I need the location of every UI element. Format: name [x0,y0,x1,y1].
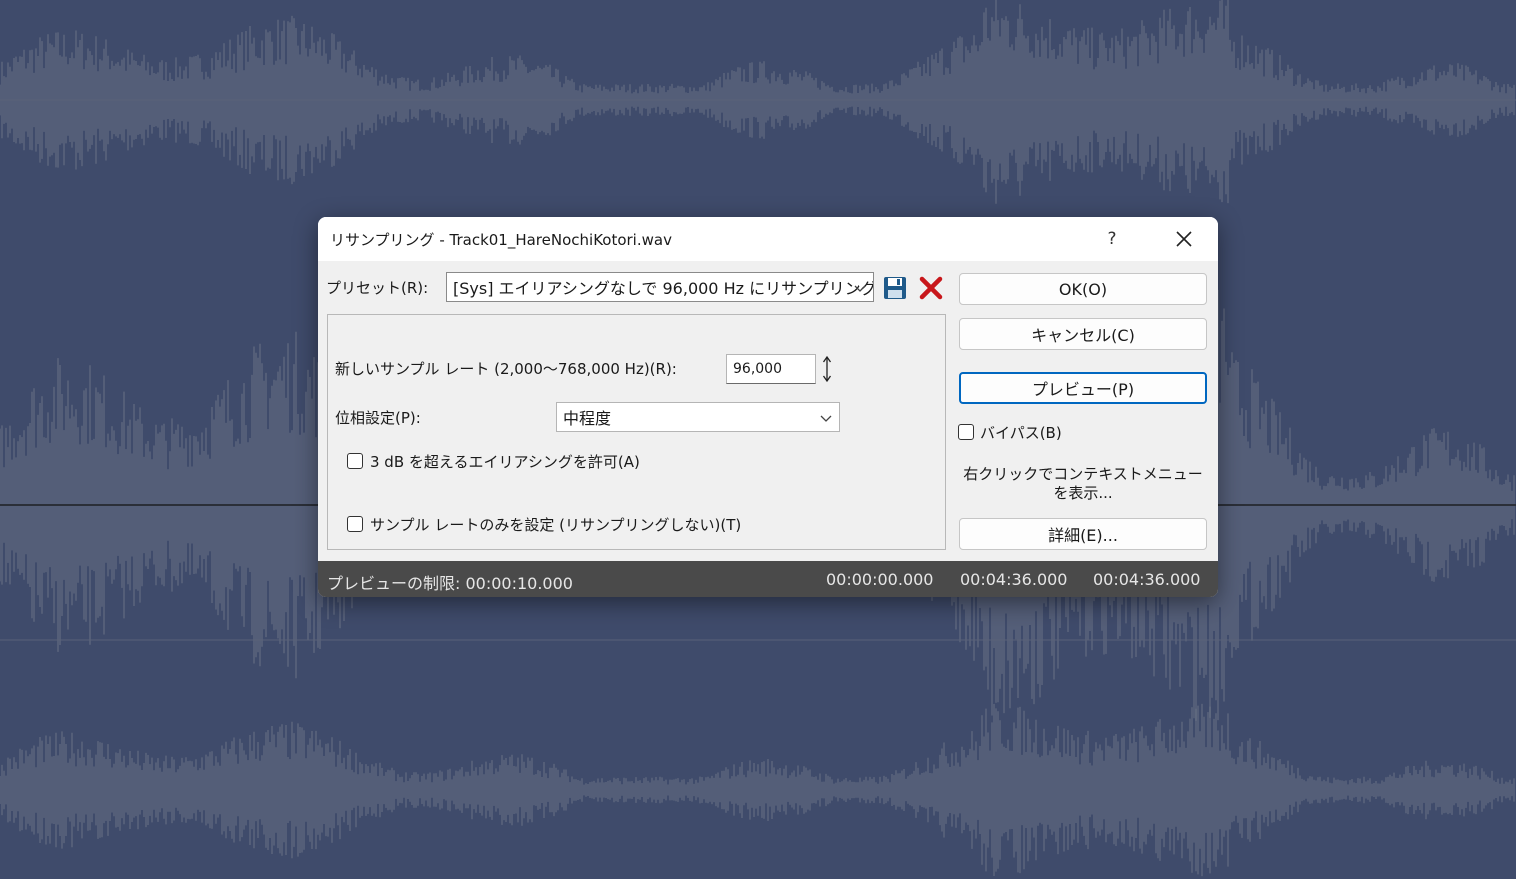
cancel-button[interactable]: キャンセル(C) [959,318,1207,350]
resample-dialog: リサンプリング - Track01_HareNochiKotori.wav ? … [318,217,1218,597]
ok-button[interactable]: OK(O) [959,273,1207,305]
selection-end-time[interactable]: 00:04:36.000 [960,570,1067,589]
rate-only-checkbox[interactable] [347,516,363,532]
preset-label: プリセット(R): [326,279,429,297]
save-preset-icon[interactable] [882,275,908,301]
chevron-down-icon [820,415,832,422]
chevron-down-icon [854,285,866,292]
sample-rate-label: 新しいサンプル レート (2,000～768,000 Hz)(R): [335,360,677,378]
spinner-arrows-icon[interactable] [820,354,834,384]
rate-only-label[interactable]: サンプル レートのみを設定 (リサンプリングしない)(T) [370,514,741,535]
allow-aliasing-checkbox[interactable] [347,453,363,469]
delete-preset-icon[interactable] [918,275,944,301]
bypass-label[interactable]: バイパス(B) [980,422,1062,443]
preset-value: [Sys] エイリアシングなしで 96,000 Hz にリサンプリング [453,279,874,298]
close-icon [1176,231,1192,247]
preset-dropdown[interactable]: [Sys] エイリアシングなしで 96,000 Hz にリサンプリング [446,272,874,302]
status-bar: プレビューの制限: 00:00:10.000 00:00:00.000 00:0… [318,561,1218,597]
close-button[interactable] [1164,221,1204,257]
details-button[interactable]: 詳細(E)... [959,518,1207,550]
help-button[interactable]: ? [1094,221,1130,257]
bypass-checkbox[interactable] [958,424,974,440]
preview-button[interactable]: プレビュー(P) [959,372,1207,404]
selection-length-time[interactable]: 00:04:36.000 [1093,570,1200,589]
phase-dropdown[interactable]: 中程度 [556,402,840,432]
phase-value: 中程度 [563,409,612,428]
sample-rate-input[interactable]: 96,000 [726,354,816,384]
phase-label: 位相設定(P): [335,409,421,427]
context-menu-hint: 右クリックでコンテキストメニューを表示... [963,465,1203,502]
dialog-title: リサンプリング - Track01_HareNochiKotori.wav [330,231,672,249]
allow-aliasing-label[interactable]: 3 dB を超えるエイリアシングを許可(A) [370,451,640,472]
title-bar[interactable]: リサンプリング - Track01_HareNochiKotori.wav ? [318,217,1218,261]
preview-limit-text: プレビューの制限: 00:00:10.000 [327,574,573,593]
selection-start-time[interactable]: 00:00:00.000 [826,570,933,589]
